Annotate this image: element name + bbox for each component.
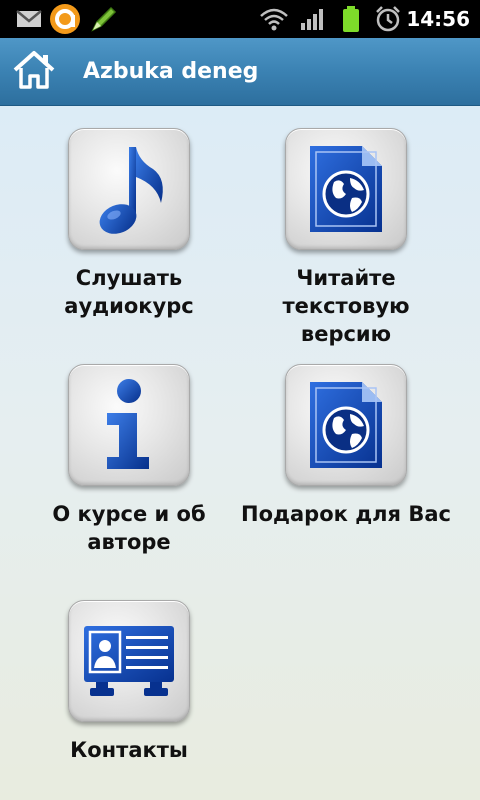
menu-label-text-version: Читайте текстовую версию (282, 266, 410, 346)
status-bar: 14:56 (0, 0, 480, 38)
status-time: 14:56 (406, 7, 470, 31)
menu-item-about[interactable]: О курсе и об авторе (19, 364, 239, 556)
menu-label-audio-course: Слушать аудиокурс (64, 266, 194, 318)
menu-label-about: О курсе и об авторе (52, 502, 206, 554)
menu-label-contacts: Контакты (70, 738, 188, 762)
menu-label-gift: Подарок для Вас (241, 502, 451, 526)
home-icon (12, 50, 56, 94)
pencil-icon (88, 0, 120, 38)
signal-icon (298, 0, 328, 38)
info-icon (99, 377, 159, 473)
globe-document-icon (306, 142, 386, 236)
app-title: Azbuka deneg (83, 59, 259, 84)
menu-item-contacts[interactable]: Контакты (19, 600, 239, 764)
action-bar: Azbuka deneg (0, 38, 480, 106)
gmail-icon (14, 0, 44, 38)
alarm-icon (372, 0, 404, 38)
wifi-icon (258, 0, 290, 38)
about-tile[interactable] (68, 364, 190, 486)
battery-icon (338, 0, 364, 38)
contacts-tile[interactable] (68, 600, 190, 722)
audio-course-tile[interactable] (68, 128, 190, 250)
menu-item-audio-course[interactable]: Слушать аудиокурс (19, 128, 239, 320)
menu-item-gift[interactable]: Подарок для Вас (236, 364, 456, 528)
contact-card-icon (82, 624, 176, 698)
text-version-tile[interactable] (285, 128, 407, 250)
globe-document-icon (306, 378, 386, 472)
music-note-icon (87, 141, 171, 237)
home-button[interactable] (10, 48, 58, 96)
menu-item-text-version[interactable]: Читайте текстовую версию (236, 128, 456, 348)
gift-tile[interactable] (285, 364, 407, 486)
notification-app-icon (48, 0, 82, 38)
